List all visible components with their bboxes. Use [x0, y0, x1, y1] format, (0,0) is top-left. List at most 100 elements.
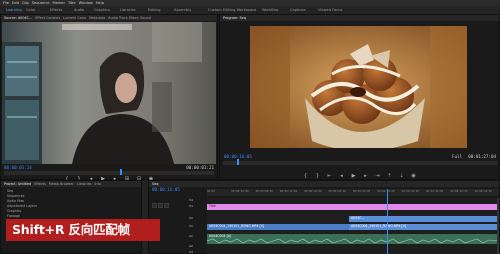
program-frame-image — [250, 26, 467, 148]
track-label: V2 — [189, 216, 193, 220]
timeline-panel: Seq 00:00:16:05 00:00 00:00:04:00 00:00:08… — [148, 180, 500, 254]
v2-clip[interactable]: A004C... — [349, 216, 499, 222]
menu-item-sequence[interactable]: Sequence — [32, 1, 50, 5]
source-video-frame[interactable] — [2, 22, 216, 164]
lift-icon[interactable]: ⇡ — [387, 173, 392, 179]
v1-clip-a-label: A004C004_190101_R2WG.MP4 [V] — [209, 224, 265, 228]
workspace-tab-1[interactable]: Color — [26, 6, 35, 14]
program-video-frame[interactable] — [250, 26, 467, 148]
program-scrub-bar[interactable] — [223, 159, 497, 165]
go-to-in-icon[interactable]: ⇤ — [327, 173, 332, 179]
shortcut-caption: Shift+R 反向匹配帧 — [6, 219, 160, 241]
timeline-track-area[interactable]: Title A004C... A004C004_190101_R2WG.MP4 … — [207, 189, 499, 254]
ruler-tick-label: 00:00:20:00 — [328, 190, 346, 193]
timeline-sequence-tab[interactable]: Seq — [152, 182, 158, 186]
projTabs-tab-4[interactable]: Info — [94, 182, 100, 186]
title-clip-label: Title — [209, 204, 216, 208]
ruler-tick-label: 00:00:16:00 — [304, 190, 322, 193]
workspace-tab-3[interactable]: Audio — [74, 6, 84, 14]
title-clip[interactable]: Title — [207, 204, 499, 210]
v1-clip-b-label: A004C004_190101_R2WG.MP4 [V] — [351, 224, 407, 228]
track-label: A1 — [189, 234, 193, 238]
workspace-tab-4[interactable]: Graphics — [94, 6, 110, 14]
track-header-v4[interactable]: V4 — [149, 198, 207, 203]
program-transport-controls: { } ⇤ ◂ ▶ ▸ ⇥ ⇡ ⇣ ◉ — [220, 172, 499, 180]
srcTabs-tab-3[interactable]: Metadata — [89, 16, 105, 20]
project-panel: Project: Untitled Effects Media Browser Lib… — [0, 180, 142, 254]
srcTabs-tab-2[interactable]: Lumetri Color — [63, 16, 86, 20]
v2-clip-label: A004C... — [351, 216, 365, 220]
source-monitor-tabs: Source: A004C... Effect Controls Lumetri C… — [1, 15, 217, 21]
workspace-tab-11[interactable]: Viewed Focus — [318, 6, 342, 14]
ruler-tick-label: 00:00 — [207, 190, 215, 193]
step-back-icon[interactable]: ◂ — [339, 173, 344, 179]
timeline-playhead[interactable] — [386, 189, 388, 254]
program-zoom-select[interactable]: Full — [452, 154, 462, 159]
mark-in-icon[interactable]: { — [303, 173, 308, 179]
program-monitor-tabs: Program: Seq — [220, 15, 499, 21]
track-label: A2 — [189, 244, 193, 248]
menu-item-edit[interactable]: Edit — [12, 1, 19, 5]
workspace-tab-0[interactable]: Learning — [6, 6, 22, 14]
workspace-tab-7[interactable]: Assembly — [174, 6, 191, 14]
project-panel-tabs: Project: Untitled Effects Media Browser Lib… — [1, 181, 141, 187]
ruler-tick-label: 00:00:32:00 — [401, 190, 419, 193]
projTabs-tab-3[interactable]: Libraries — [77, 182, 92, 186]
play-icon[interactable]: ▶ — [351, 173, 356, 179]
track-label: A3 — [189, 250, 193, 254]
source-frame-image — [2, 22, 216, 164]
track-header-a2[interactable]: A2 — [149, 244, 207, 249]
track-header-v3[interactable]: V3 — [149, 204, 207, 209]
menu-item-title[interactable]: Title — [68, 1, 76, 5]
track-label: V3 — [189, 204, 193, 208]
source-timecode-left[interactable]: 00:00:03:24 — [4, 165, 32, 170]
menu-item-help[interactable]: Help — [96, 1, 104, 5]
srcTabs-tab-4[interactable]: Audio Track Mixer: Sound — [108, 16, 151, 20]
ruler-tick-label: 00:00:44:00 — [474, 190, 492, 193]
srcTabs-tab-0[interactable]: Source: A004C... — [4, 16, 32, 20]
ruler-tick-label: 00:00:24:00 — [353, 190, 371, 193]
srcTabs-tab-1[interactable]: Effect Controls — [35, 16, 60, 20]
workspace-tab-9[interactable]: Workflow — [262, 6, 279, 14]
track-label: V1 — [189, 224, 193, 228]
projTabs-tab-0[interactable]: Project: Untitled — [4, 182, 31, 186]
v1-clip-b[interactable]: A004C004_190101_R2WG.MP4 [V] — [349, 224, 499, 230]
program-playhead-marker[interactable] — [236, 159, 239, 165]
timeline-vertical-scrollbar[interactable] — [497, 198, 499, 254]
ruler-tick-label: 00:00:08:00 — [255, 190, 273, 193]
export-frame-icon[interactable]: ◉ — [411, 173, 416, 179]
timeline-tabs: Seq — [149, 181, 499, 187]
ruler-tick-label: 00:00:12:00 — [280, 190, 298, 193]
menu-item-window[interactable]: Window — [79, 1, 93, 5]
a1-clip[interactable]: A004C004 [A] — [207, 234, 499, 244]
ruler-tick-label: 00:00:40:00 — [450, 190, 468, 193]
ruler-tick-label: 00:00:04:00 — [231, 190, 249, 193]
source-monitor-panel: Source: A004C... Effect Controls Lumetri C… — [0, 14, 218, 182]
menu-item-clip[interactable]: Clip — [22, 1, 29, 5]
mark-out-icon[interactable]: } — [315, 173, 320, 179]
source-timecode-right: 00:00:01:21 — [186, 165, 214, 170]
workspace-tab-10[interactable]: Captions — [290, 6, 306, 14]
track-header-a3[interactable]: A3 — [149, 250, 207, 254]
ruler-tick-label: 00:00:36:00 — [426, 190, 444, 193]
workspace-tab-8[interactable]: Custom Editing Workspace — [208, 6, 256, 14]
program-monitor-panel: Program: Seq 00:00:16:05 Full 00:01:27:0… — [219, 14, 500, 180]
track-label: V4 — [189, 198, 193, 202]
workspace-tab-2[interactable]: Effects — [50, 6, 62, 14]
menu-item-file[interactable]: File — [3, 1, 9, 5]
timeline-ruler[interactable]: 00:00 00:00:04:00 00:00:08:00 00:00:12:00 00… — [207, 189, 499, 196]
v1-clip-a[interactable]: A004C004_190101_R2WG.MP4 [V] — [207, 224, 349, 230]
step-forward-icon[interactable]: ▸ — [363, 173, 368, 179]
workspace-tab-5[interactable]: Libraries — [120, 6, 136, 14]
projTabs-tab-2[interactable]: Media Browser — [49, 182, 74, 186]
a1-waveform — [207, 238, 499, 244]
program-timecode-right: 00:01:27:04 — [468, 154, 496, 159]
go-to-out-icon[interactable]: ⇥ — [375, 173, 380, 179]
workspace-bar: Learning Color Effects Audio Graphics Librari… — [0, 6, 500, 14]
workspace-tab-6[interactable]: Editing — [148, 6, 161, 14]
extract-icon[interactable]: ⇣ — [399, 173, 404, 179]
menu-item-marker[interactable]: Marker — [53, 1, 65, 5]
timeline-timecode[interactable]: 00:00:16:05 — [152, 187, 180, 192]
projTabs-tab-1[interactable]: Effects — [34, 182, 46, 186]
prgTabs-tab-0[interactable]: Program: Seq — [223, 16, 246, 20]
